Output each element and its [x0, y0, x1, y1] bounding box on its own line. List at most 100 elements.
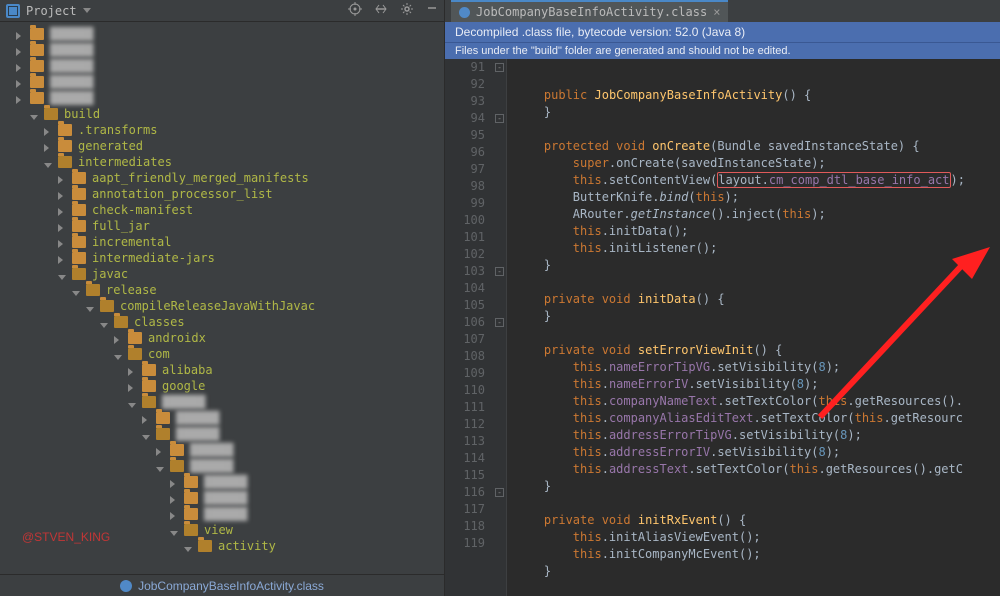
code-line[interactable]: this.nameErrorIV.setVisibility(8); — [515, 376, 992, 393]
code-line[interactable] — [515, 325, 992, 342]
chevron-right-icon[interactable] — [156, 448, 161, 456]
chevron-down-icon[interactable] — [58, 275, 66, 280]
chevron-down-icon[interactable] — [156, 467, 164, 472]
code-line[interactable]: protected void onCreate(Bundle savedInst… — [515, 138, 992, 155]
code-line[interactable]: this.setContentView(layout.cm_comp_dtl_b… — [515, 172, 992, 189]
chevron-right-icon[interactable] — [16, 48, 21, 56]
fold-toggle[interactable]: - — [495, 267, 504, 276]
chevron-down-icon[interactable] — [86, 307, 94, 312]
tree-node[interactable]: .transforms — [6, 122, 444, 138]
chevron-right-icon[interactable] — [114, 336, 119, 344]
tree-node[interactable]: ██████ — [6, 490, 444, 506]
code-line[interactable]: this.companyAliasEditText.setTextColor(t… — [515, 410, 992, 427]
gear-icon[interactable] — [400, 2, 414, 19]
tree-node[interactable]: ██████ — [6, 394, 444, 410]
chevron-right-icon[interactable] — [58, 240, 63, 248]
code-line[interactable]: } — [515, 478, 992, 495]
chevron-right-icon[interactable] — [58, 192, 63, 200]
code-line[interactable]: ARouter.getInstance().inject(this); — [515, 206, 992, 223]
code-line[interactable]: this.initAliasViewEvent(); — [515, 529, 992, 546]
code-line[interactable]: private void initData() { — [515, 291, 992, 308]
tree-node[interactable]: google — [6, 378, 444, 394]
code-area[interactable]: public JobCompanyBaseInfoActivity() { } … — [507, 59, 1000, 596]
chevron-right-icon[interactable] — [128, 384, 133, 392]
tree-node[interactable]: ██████ — [6, 410, 444, 426]
code-line[interactable]: this.initData(); — [515, 223, 992, 240]
tree-node[interactable]: ██████ — [6, 506, 444, 522]
code-line[interactable]: this.initCompanyMcEvent(); — [515, 546, 992, 563]
chevron-right-icon[interactable] — [58, 256, 63, 264]
chevron-right-icon[interactable] — [16, 96, 21, 104]
tree-node[interactable]: check-manifest — [6, 202, 444, 218]
tree-node[interactable]: aapt_friendly_merged_manifests — [6, 170, 444, 186]
chevron-down-icon[interactable] — [114, 355, 122, 360]
chevron-right-icon[interactable] — [44, 128, 49, 136]
project-tree[interactable]: ██████████████████████████████build.tran… — [0, 22, 444, 574]
tree-node[interactable]: incremental — [6, 234, 444, 250]
tree-node[interactable]: generated — [6, 138, 444, 154]
tree-node[interactable]: full_jar — [6, 218, 444, 234]
code-line[interactable]: public JobCompanyBaseInfoActivity() { — [515, 87, 992, 104]
close-icon[interactable]: × — [713, 5, 720, 19]
tree-node[interactable]: compileReleaseJavaWithJavac — [6, 298, 444, 314]
tree-node[interactable]: ██████ — [6, 426, 444, 442]
tree-node[interactable]: alibaba — [6, 362, 444, 378]
editor-tab[interactable]: JobCompanyBaseInfoActivity.class × — [451, 0, 728, 22]
chevron-right-icon[interactable] — [58, 176, 63, 184]
chevron-down-icon[interactable] — [44, 163, 52, 168]
code-line[interactable]: this.addressText.setTextColor(this.getRe… — [515, 461, 992, 478]
tree-node[interactable]: ██████ — [6, 474, 444, 490]
chevron-right-icon[interactable] — [58, 224, 63, 232]
tree-node[interactable]: ██████ — [6, 458, 444, 474]
tree-node[interactable]: annotation_processor_list — [6, 186, 444, 202]
fold-toggle[interactable]: - — [495, 63, 504, 72]
code-line[interactable]: ButterKnife.bind(this); — [515, 189, 992, 206]
chevron-down-icon[interactable] — [100, 323, 108, 328]
code-line[interactable] — [515, 495, 992, 512]
tree-node[interactable]: com — [6, 346, 444, 362]
gutter-fold[interactable]: ----- — [493, 59, 507, 596]
tree-node[interactable]: androidx — [6, 330, 444, 346]
tree-node[interactable]: intermediates — [6, 154, 444, 170]
fold-toggle[interactable]: - — [495, 318, 504, 327]
code-line[interactable]: private void initRxEvent() { — [515, 512, 992, 529]
tree-node[interactable]: ██████ — [6, 90, 444, 106]
chevron-right-icon[interactable] — [170, 496, 175, 504]
chevron-down-icon[interactable] — [72, 291, 80, 296]
chevron-right-icon[interactable] — [142, 416, 147, 424]
tree-node[interactable]: ██████ — [6, 26, 444, 42]
tree-node[interactable]: javac — [6, 266, 444, 282]
chevron-down-icon[interactable] — [184, 547, 192, 552]
tree-node[interactable]: ██████ — [6, 442, 444, 458]
tree-node[interactable]: intermediate-jars — [6, 250, 444, 266]
fold-toggle[interactable]: - — [495, 114, 504, 123]
chevron-right-icon[interactable] — [44, 144, 49, 152]
chevron-right-icon[interactable] — [170, 480, 175, 488]
code-line[interactable]: this.addressErrorIV.setVisibility(8); — [515, 444, 992, 461]
hide-icon[interactable] — [426, 2, 438, 19]
chevron-down-icon[interactable] — [170, 531, 178, 536]
tree-node[interactable]: release — [6, 282, 444, 298]
code-line[interactable] — [515, 121, 992, 138]
code-line[interactable]: this.companyNameText.setTextColor(this.g… — [515, 393, 992, 410]
chevron-right-icon[interactable] — [16, 80, 21, 88]
tree-node[interactable]: ██████ — [6, 42, 444, 58]
chevron-right-icon[interactable] — [170, 512, 175, 520]
chevron-right-icon[interactable] — [58, 208, 63, 216]
chevron-right-icon[interactable] — [128, 368, 133, 376]
chevron-down-icon[interactable] — [128, 403, 136, 408]
tree-node[interactable]: build — [6, 106, 444, 122]
chevron-down-icon[interactable] — [83, 8, 91, 13]
chevron-down-icon[interactable] — [30, 115, 38, 120]
tree-node[interactable]: ██████ — [6, 74, 444, 90]
code-line[interactable]: this.initListener(); — [515, 240, 992, 257]
chevron-down-icon[interactable] — [142, 435, 150, 440]
chevron-right-icon[interactable] — [16, 64, 21, 72]
code-line[interactable]: } — [515, 104, 992, 121]
code-line[interactable]: } — [515, 563, 992, 580]
target-icon[interactable] — [348, 2, 362, 19]
collapse-icon[interactable] — [374, 2, 388, 19]
code-line[interactable]: this.nameErrorTipVG.setVisibility(8); — [515, 359, 992, 376]
code-line[interactable]: } — [515, 308, 992, 325]
code-line[interactable]: } — [515, 257, 992, 274]
